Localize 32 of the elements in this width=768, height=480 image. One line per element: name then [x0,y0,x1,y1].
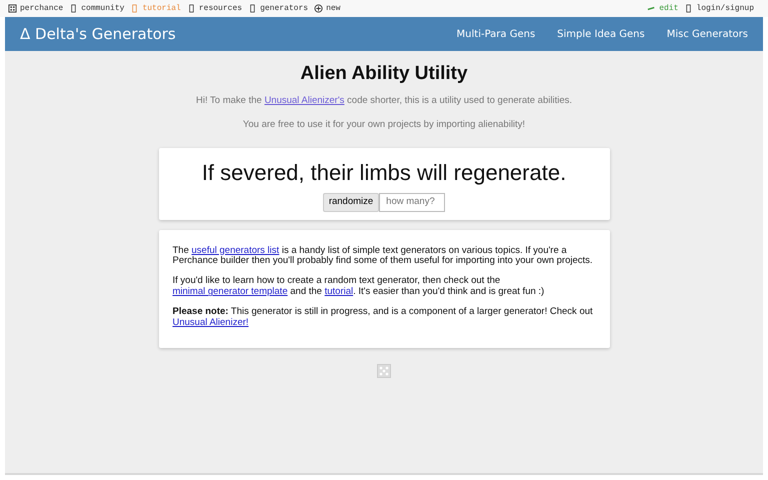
page-title: Alien Ability Utility [299,63,469,86]
link[interactable]: minimal generator template [172,286,288,298]
intro-text: You are free to use it for your own projects by importing alienability! [242,118,526,132]
dice-icon [8,4,17,13]
intro-text: Hi! To make the Unusual Alienizer's code shorter, this is a utility used to generate abilities. [194,94,574,108]
brand-link[interactable]: Δ Delta's Generators [20,22,176,46]
box-icon [684,4,694,13]
box-icon [130,4,140,13]
plus-circle-icon [314,4,324,13]
generated-text: If severed, their limbs will regenerate. [200,159,568,188]
nav-link[interactable]: Simple Idea Gens [557,26,645,42]
nav-link[interactable]: community [81,2,124,14]
box-icon [186,4,196,13]
paragraph: The useful generators list is a handy list of simple text generators on various topics. If you're a Perchance builder then you'll probably find some of them useful for importing into your own projects. [172,246,594,268]
nav-link[interactable]: new [326,2,340,14]
box-icon [248,4,258,13]
nav-link[interactable]: generators [260,2,308,14]
box-icon [69,4,78,13]
link[interactable]: tutorial [324,286,354,298]
paragraph: Please note: This generator is still in progress, and is a component of a larger generator! Check out Unusual Alienizer! [172,307,594,330]
link[interactable]: useful generators list [192,244,280,256]
link[interactable]: Unusual Alienizer's [264,94,344,106]
paragraph: If you'd like to learn how to create a random text generator, then check out the minimal generator template and the tutorial. It's easier than you'd think and is great fun :) [172,276,546,298]
count-field[interactable]: how many? [379,193,446,212]
nav-link[interactable]: perchance [20,2,64,14]
nav-link[interactable]: Multi-Para Gens [456,26,536,42]
dice-icon [377,364,391,378]
nav-link[interactable]: login/signup [696,2,754,14]
randomize-button[interactable]: randomize [322,193,380,212]
nav-link[interactable]: Misc Generators [666,26,748,42]
nav-link[interactable]: resources [198,2,242,14]
link[interactable]: Unusual Alienizer! [172,317,249,328]
